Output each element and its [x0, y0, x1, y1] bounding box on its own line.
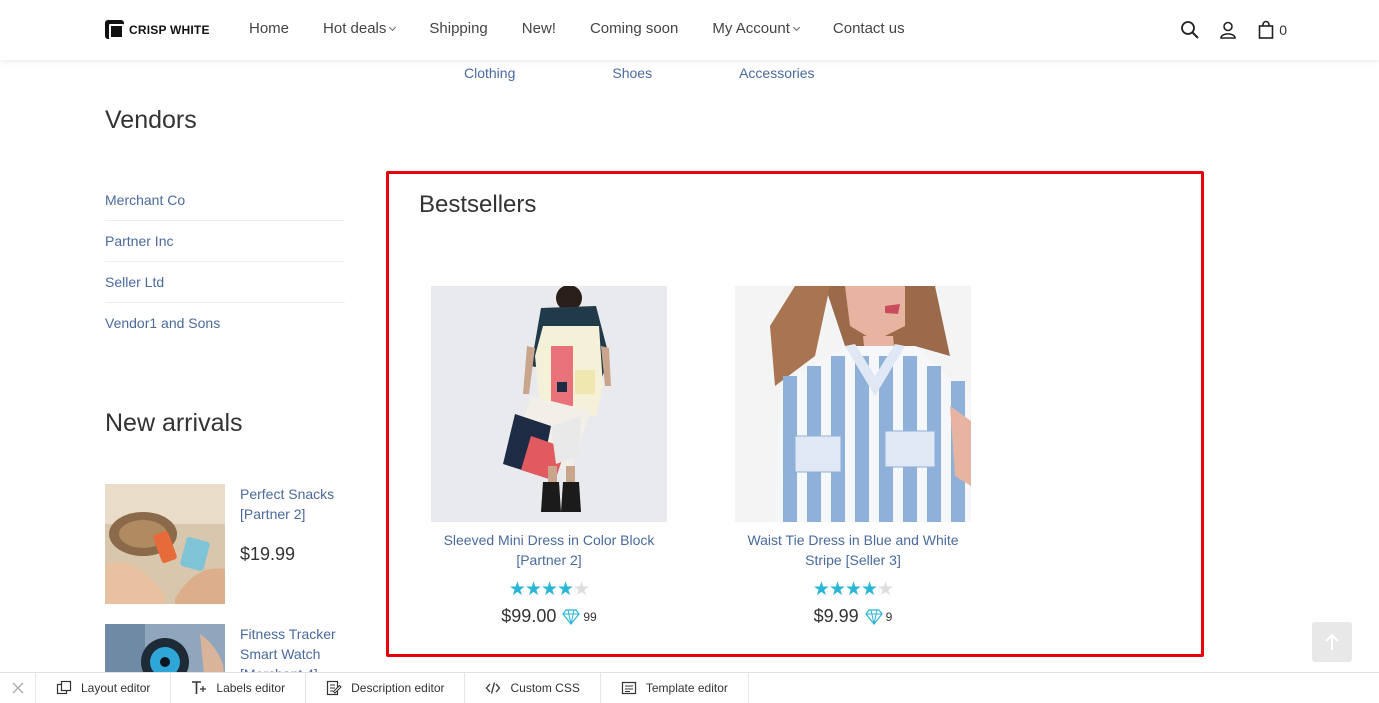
subnav-accessories[interactable]: Accessories — [739, 65, 814, 81]
diamond-icon — [864, 608, 883, 625]
site-header: CRISP WHITE Home Hot deals Shipping New!… — [0, 0, 1379, 60]
nav-item-hot-deals[interactable]: Hot deals — [323, 20, 397, 37]
template-editor-button[interactable]: Template editor — [601, 673, 749, 703]
vendor-link[interactable]: Seller Ltd — [105, 262, 345, 303]
arrival-name[interactable]: Perfect Snacks [Partner 2] — [240, 484, 350, 524]
arrival-image[interactable] — [105, 484, 225, 604]
logo-icon — [105, 20, 124, 39]
header-icons: 0 — [1180, 20, 1287, 40]
product-price: $9.99 — [813, 606, 859, 626]
template-icon — [621, 681, 636, 695]
vendor-link[interactable]: Partner Inc — [105, 221, 345, 262]
product-image[interactable] — [735, 286, 971, 522]
nav-item-shipping[interactable]: Shipping — [429, 20, 487, 37]
nav-label: Shipping — [429, 20, 488, 37]
nav-item-home[interactable]: Home — [249, 20, 289, 37]
rating-stars: ★★★★★ — [812, 579, 894, 600]
vendors-list: Merchant Co Partner Inc Seller Ltd Vendo… — [105, 180, 345, 344]
code-icon — [486, 682, 501, 694]
toolbar-label: Labels editor — [216, 681, 286, 695]
new-arrivals-title: New arrivals — [105, 409, 243, 437]
logo-text: CRISP WHITE — [129, 22, 210, 37]
close-icon — [12, 682, 23, 694]
vendor-link[interactable]: Merchant Co — [105, 180, 345, 221]
bag-icon — [1258, 20, 1274, 39]
search-icon[interactable] — [1180, 20, 1200, 40]
cart-count: 0 — [1279, 22, 1287, 38]
product-name[interactable]: Waist Tie Dress in Blue and White Stripe… — [735, 530, 971, 570]
labels-editor-button[interactable]: Labels editor — [171, 673, 307, 703]
description-editor-button[interactable]: Description editor — [306, 673, 466, 703]
subnav-clothing[interactable]: Clothing — [464, 65, 515, 81]
nav-label: Hot deals — [323, 20, 387, 37]
bestsellers-block: Bestsellers Sleeved Mini Dress in Color … — [386, 171, 1204, 657]
product-name[interactable]: Sleeved Mini Dress in Color Block [Partn… — [431, 530, 667, 570]
product-card: Sleeved Mini Dress in Color Block [Partn… — [431, 286, 667, 627]
reward-points: 9 — [864, 608, 893, 625]
product-price: $99.00 — [501, 606, 557, 626]
reward-points: 99 — [562, 608, 597, 625]
chevron-down-icon — [792, 23, 800, 31]
nav-item-contact-us[interactable]: Contact us — [833, 20, 905, 37]
arrival-price: $19.99 — [240, 544, 296, 564]
cart-button[interactable]: 0 — [1256, 20, 1287, 40]
product-card: Waist Tie Dress in Blue and White Stripe… — [735, 286, 971, 627]
text-icon — [192, 681, 207, 694]
chevron-down-icon — [389, 23, 397, 31]
points-value: 9 — [885, 609, 893, 624]
layout-editor-button[interactable]: Layout editor — [36, 673, 172, 703]
main-nav: Home Hot deals Shipping New! Coming soon… — [249, 20, 939, 37]
nav-item-coming-soon[interactable]: Coming soon — [590, 20, 678, 37]
toolbar-label: Description editor — [351, 681, 445, 695]
toolbar-label: Template editor — [645, 681, 728, 695]
product-image[interactable] — [431, 286, 667, 522]
close-editor-button[interactable] — [0, 673, 36, 703]
nav-label: Home — [249, 20, 290, 37]
arrival-item: Perfect Snacks [Partner 2] $19.99 — [105, 484, 345, 604]
vendors-title: Vendors — [105, 106, 197, 134]
logo[interactable]: CRISP WHITE — [105, 20, 210, 39]
toolbar-label: Custom CSS — [510, 681, 580, 695]
scroll-to-top-button[interactable] — [1312, 622, 1352, 662]
category-subnav: Clothing Shoes Accessories — [464, 65, 815, 81]
price-line: $99.00 99 — [431, 606, 667, 627]
nav-label: New! — [521, 20, 556, 37]
diamond-icon — [562, 608, 581, 625]
nav-item-new[interactable]: New! — [522, 20, 556, 37]
nav-label: My Account — [712, 20, 790, 37]
editor-toolbar: Layout editor Labels editor Description … — [0, 672, 1379, 703]
user-icon[interactable] — [1218, 20, 1238, 40]
arrow-up-icon — [1325, 633, 1339, 650]
toolbar-label: Layout editor — [81, 681, 151, 695]
nav-item-my-account[interactable]: My Account — [712, 20, 800, 37]
vendor-link[interactable]: Vendor1 and Sons — [105, 303, 345, 344]
subnav-shoes[interactable]: Shoes — [612, 65, 652, 81]
bestsellers-title: Bestsellers — [419, 191, 537, 218]
rating-stars: ★★★★★ — [508, 579, 590, 600]
layout-icon — [56, 680, 72, 695]
nav-label: Contact us — [832, 20, 905, 37]
arrival-name[interactable]: Fitness Tracker Smart Watch [Merchant 4] — [240, 624, 350, 672]
nav-label: Coming soon — [589, 20, 679, 37]
custom-css-button[interactable]: Custom CSS — [465, 673, 601, 703]
price-line: $9.99 9 — [735, 606, 971, 627]
points-value: 99 — [583, 609, 597, 624]
edit-document-icon — [327, 680, 342, 696]
